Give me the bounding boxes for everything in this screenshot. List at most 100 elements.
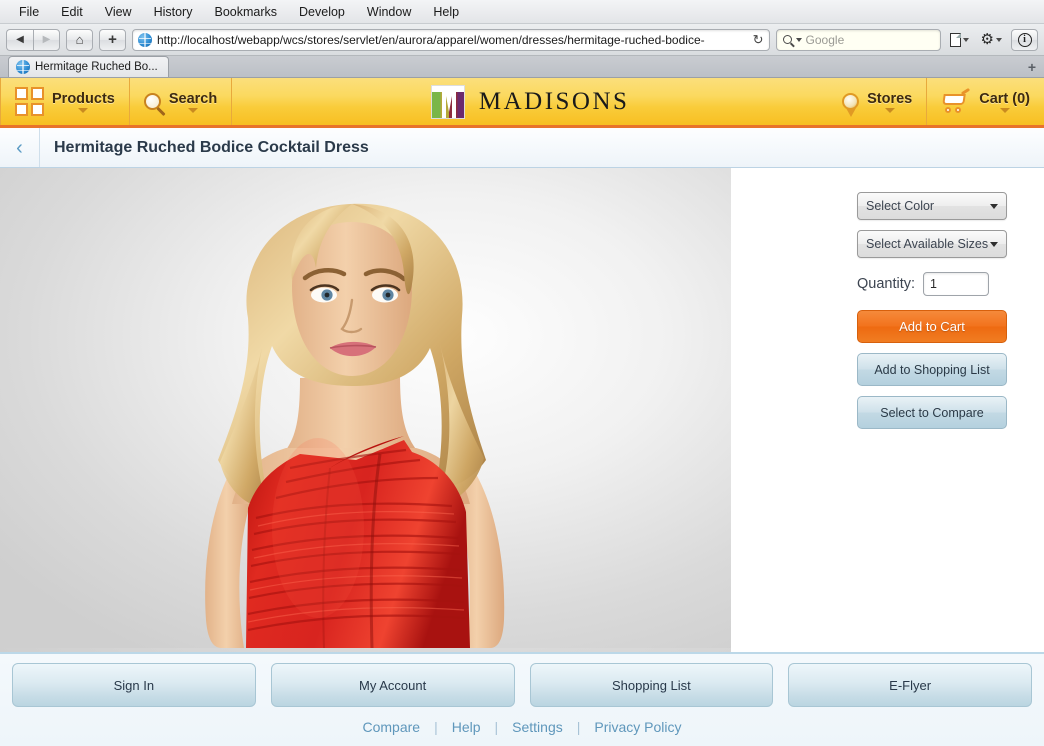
page-footer: Sign In My Account Shopping List E-Flyer… (0, 652, 1044, 746)
store-header: Products Search MADISONS Stores Cart (0) (0, 78, 1044, 128)
browser-window: File Edit View History Bookmarks Develop… (0, 0, 1044, 746)
page-title-bar: ‹ Hermitage Ruched Bodice Cocktail Dress (0, 128, 1044, 168)
settings-gear-button[interactable]: ⚙ (978, 32, 1005, 47)
header-search-label: Search (168, 90, 218, 107)
address-bar[interactable]: http://localhost/webapp/wcs/stores/servl… (132, 28, 770, 51)
chevron-down-icon (884, 107, 895, 113)
my-account-button[interactable]: My Account (270, 663, 515, 707)
chevron-down-icon (990, 203, 998, 209)
add-bookmark-button[interactable]: + (99, 28, 126, 51)
menu-item-view[interactable]: View (94, 3, 143, 21)
size-select[interactable]: Select Available Sizes (857, 230, 1007, 258)
header-cart-label: Cart (0) (979, 90, 1030, 107)
footer-separator: | (576, 719, 581, 735)
product-photo-illustration (0, 168, 731, 648)
url-text: http://localhost/webapp/wcs/stores/servl… (157, 32, 705, 47)
footer-link-row: Compare | Help | Settings | Privacy Poli… (362, 719, 681, 735)
menu-item-file[interactable]: File (8, 3, 50, 21)
store-logo[interactable]: MADISONS (232, 78, 828, 125)
product-options-panel: Select Color Select Available Sizes Quan… (731, 168, 1044, 652)
home-icon: ⌂ (75, 32, 84, 47)
menu-item-develop[interactable]: Develop (288, 3, 356, 21)
tab-strip: Hermitage Ruched Bo... + (0, 56, 1044, 78)
chevron-down-icon (962, 37, 969, 42)
new-tab-button[interactable]: + (1028, 60, 1036, 74)
info-icon: i (1017, 32, 1032, 47)
favicon-globe-icon (16, 60, 30, 74)
menu-bar: File Edit View History Bookmarks Develop… (0, 0, 1044, 24)
header-cart-labelwrap: Cart (0) (979, 91, 1030, 113)
page-icon (949, 32, 961, 47)
store-brand-name: MADISONS (478, 87, 630, 115)
search-bar[interactable]: Google (775, 28, 941, 51)
navigation-toolbar: ◀ ▶ ⌂ + http://localhost/webapp/wcs/stor… (0, 24, 1044, 56)
shopping-cart-icon (941, 87, 971, 113)
chevron-down-icon (999, 107, 1010, 113)
sign-in-button[interactable]: Sign In (12, 663, 256, 707)
footer-button-row: Sign In My Account Shopping List E-Flyer (12, 663, 1032, 707)
header-search-labelwrap: Search (169, 91, 217, 113)
add-to-cart-button[interactable]: Add to Cart (857, 310, 1007, 343)
chevron-down-icon (78, 107, 89, 113)
header-products-menu[interactable]: Products (0, 78, 130, 125)
header-cart-menu[interactable]: Cart (0) (927, 78, 1044, 125)
globe-icon (138, 32, 152, 47)
chevron-left-icon: ‹ (16, 136, 23, 159)
back-button[interactable]: ◀ (6, 28, 33, 51)
page-title: Hermitage Ruched Bodice Cocktail Dress (54, 138, 369, 156)
madisons-m-svg (431, 85, 464, 118)
menu-item-bookmarks[interactable]: Bookmarks (203, 3, 288, 21)
reader-page-button[interactable] (947, 32, 972, 47)
tab-label: Hermitage Ruched Bo... (35, 61, 158, 73)
color-select[interactable]: Select Color (857, 192, 1007, 220)
search-placeholder: Google (805, 32, 845, 47)
quantity-label: Quantity: (857, 276, 916, 292)
select-to-compare-button[interactable]: Select to Compare (857, 396, 1007, 429)
footer-link-help[interactable]: Help (452, 719, 481, 735)
chevron-down-icon[interactable] (795, 37, 802, 42)
footer-separator: | (434, 719, 438, 735)
menu-item-help[interactable]: Help (422, 3, 470, 21)
tab-hermitage-ruched-bodice[interactable]: Hermitage Ruched Bo... (8, 56, 169, 77)
plus-icon: + (108, 31, 117, 48)
quantity-input[interactable] (923, 272, 990, 296)
footer-link-settings[interactable]: Settings (512, 719, 563, 735)
chevron-down-icon (990, 241, 998, 247)
search-icon (782, 35, 792, 44)
quantity-row: Quantity: (857, 272, 1008, 296)
back-arrow-icon: ◀ (16, 33, 24, 45)
location-pin-icon (842, 93, 860, 117)
footer-separator: | (494, 719, 499, 735)
footer-link-compare[interactable]: Compare (362, 719, 420, 735)
add-to-shopping-list-button[interactable]: Add to Shopping List (857, 353, 1007, 386)
madisons-m-logo-icon (430, 84, 465, 119)
gear-icon: ⚙ (980, 31, 994, 48)
forward-arrow-icon: ▶ (42, 33, 51, 45)
header-stores-labelwrap: Stores (867, 91, 912, 113)
header-products-labelwrap: Products (52, 91, 115, 113)
shopping-list-button[interactable]: Shopping List (529, 663, 774, 707)
forward-button[interactable]: ▶ (33, 28, 60, 51)
back-forward-group: ◀ ▶ (6, 28, 60, 51)
magnifier-icon (143, 93, 161, 110)
reload-icon[interactable]: ↻ (753, 33, 764, 46)
menu-item-edit[interactable]: Edit (50, 3, 94, 21)
size-select-label: Select Available Sizes (866, 237, 989, 251)
footer-link-privacy-policy[interactable]: Privacy Policy (594, 719, 681, 735)
menu-item-window[interactable]: Window (356, 3, 422, 21)
main-content: Select Color Select Available Sizes Quan… (0, 168, 1044, 652)
header-stores-menu[interactable]: Stores (828, 78, 928, 125)
header-products-label: Products (52, 90, 115, 107)
product-image[interactable] (0, 168, 731, 652)
header-search-menu[interactable]: Search (130, 78, 233, 125)
page-back-button[interactable]: ‹ (0, 128, 40, 167)
info-button[interactable]: i (1011, 28, 1038, 51)
color-select-label: Select Color (866, 199, 935, 213)
home-button[interactable]: ⌂ (66, 28, 93, 51)
header-stores-label: Stores (867, 90, 913, 107)
chevron-down-icon (996, 37, 1002, 42)
menu-item-history[interactable]: History (143, 3, 204, 21)
chevron-down-icon (188, 107, 199, 113)
grid-icon (15, 87, 44, 116)
e-flyer-button[interactable]: E-Flyer (788, 663, 1032, 707)
